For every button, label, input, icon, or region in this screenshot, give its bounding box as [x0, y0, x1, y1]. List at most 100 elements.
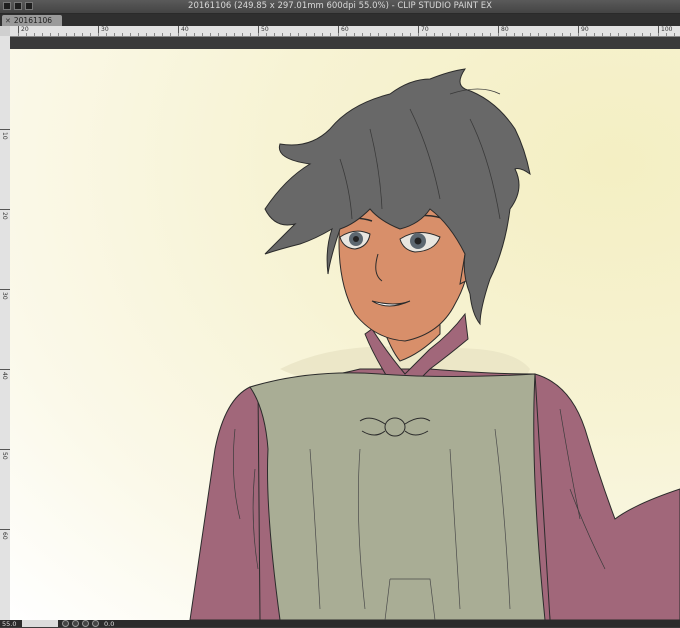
ruler-minor-tick: [194, 33, 195, 36]
ruler-minor-tick: [226, 33, 227, 36]
ruler-minor-tick: [442, 33, 443, 36]
ruler-minor-tick: [50, 33, 51, 36]
ruler-minor-tick: [306, 33, 307, 36]
ruler-minor-tick: [170, 33, 171, 36]
ruler-tick: 10: [0, 129, 10, 140]
fit-icon[interactable]: [82, 620, 89, 627]
ruler-minor-tick: [18, 33, 19, 36]
ruler-minor-tick: [522, 33, 523, 36]
ruler-tick: 40: [0, 369, 10, 380]
ruler-minor-tick: [42, 33, 43, 36]
tab-bar: ✕ 20161106: [0, 14, 680, 26]
close-icon[interactable]: ✕: [5, 17, 11, 25]
ruler-minor-tick: [242, 33, 243, 36]
zoom-slider[interactable]: [22, 620, 58, 627]
vest: [249, 372, 546, 620]
ruler-minor-tick: [538, 33, 539, 36]
ruler-tick: 60: [0, 529, 10, 540]
ruler-minor-tick: [266, 33, 267, 36]
ruler-minor-tick: [354, 33, 355, 36]
status-bar: 55.0 0.0: [0, 620, 680, 628]
ruler-minor-tick: [666, 33, 667, 36]
ruler-minor-tick: [210, 33, 211, 36]
ruler-minor-tick: [202, 33, 203, 36]
ruler-minor-tick: [154, 33, 155, 36]
ruler-minor-tick: [338, 33, 339, 36]
ruler-minor-tick: [450, 33, 451, 36]
ruler-corner: [0, 26, 10, 36]
ruler-minor-tick: [386, 33, 387, 36]
ruler-minor-tick: [370, 33, 371, 36]
pasteboard: [10, 37, 680, 49]
ruler-minor-tick: [346, 33, 347, 36]
ruler-minor-tick: [498, 33, 499, 36]
zoom-out-icon[interactable]: [62, 620, 69, 627]
ruler-minor-tick: [66, 33, 67, 36]
horizontal-ruler[interactable]: 20 30 40 50 60 70 80 90 100: [10, 26, 680, 37]
ruler-minor-tick: [490, 33, 491, 36]
right-sleeve: [529, 373, 680, 620]
rotate-icon[interactable]: [92, 620, 99, 627]
ruler-tick: 20: [0, 209, 10, 220]
ruler-minor-tick: [610, 33, 611, 36]
ruler-minor-tick: [594, 33, 595, 36]
ruler-minor-tick: [466, 33, 467, 36]
ruler-minor-tick: [330, 33, 331, 36]
ruler-minor-tick: [426, 33, 427, 36]
ruler-minor-tick: [674, 33, 675, 36]
ruler-minor-tick: [26, 33, 27, 36]
ruler-minor-tick: [258, 33, 259, 36]
ruler-minor-tick: [602, 33, 603, 36]
ruler-minor-tick: [122, 33, 123, 36]
ruler-minor-tick: [618, 33, 619, 36]
ruler-minor-tick: [178, 33, 179, 36]
ruler-minor-tick: [658, 33, 659, 36]
ruler-minor-tick: [82, 33, 83, 36]
ruler-minor-tick: [162, 33, 163, 36]
ruler-minor-tick: [114, 33, 115, 36]
zoom-in-icon[interactable]: [72, 620, 79, 627]
ruler-minor-tick: [314, 33, 315, 36]
ruler-minor-tick: [138, 33, 139, 36]
ruler-minor-tick: [394, 33, 395, 36]
ruler-minor-tick: [474, 33, 475, 36]
ruler-minor-tick: [634, 33, 635, 36]
ruler-minor-tick: [274, 33, 275, 36]
ruler-minor-tick: [378, 33, 379, 36]
ruler-minor-tick: [362, 33, 363, 36]
window-title: 20161106 (249.85 x 297.01mm 600dpi 55.0%…: [188, 1, 492, 11]
ruler-tick: 50: [0, 449, 10, 460]
ruler-minor-tick: [282, 33, 283, 36]
ruler-tick: 30: [0, 289, 10, 300]
ruler-minor-tick: [34, 33, 35, 36]
ruler-minor-tick: [570, 33, 571, 36]
ruler-minor-tick: [578, 33, 579, 36]
illustration: [189, 68, 680, 620]
tab-document[interactable]: ✕ 20161106: [2, 15, 62, 26]
ruler-minor-tick: [90, 33, 91, 36]
ruler-minor-tick: [410, 33, 411, 36]
ruler-minor-tick: [586, 33, 587, 36]
ruler-minor-tick: [506, 33, 507, 36]
ruler-minor-tick: [418, 33, 419, 36]
ruler-minor-tick: [58, 33, 59, 36]
ruler-minor-tick: [650, 33, 651, 36]
ruler-minor-tick: [482, 33, 483, 36]
ruler-minor-tick: [626, 33, 627, 36]
ruler-minor-tick: [250, 33, 251, 36]
ruler-minor-tick: [146, 33, 147, 36]
ruler-minor-tick: [434, 33, 435, 36]
ruler-minor-tick: [322, 33, 323, 36]
title-bar: 20161106 (249.85 x 297.01mm 600dpi 55.0%…: [0, 0, 680, 14]
ruler-minor-tick: [74, 33, 75, 36]
ruler-minor-tick: [642, 33, 643, 36]
drawing-canvas[interactable]: [10, 49, 680, 620]
ruler-minor-tick: [106, 33, 107, 36]
ruler-minor-tick: [98, 33, 99, 36]
ruler-minor-tick: [554, 33, 555, 36]
ruler-minor-tick: [458, 33, 459, 36]
ruler-minor-tick: [402, 33, 403, 36]
ruler-minor-tick: [546, 33, 547, 36]
ruler-minor-tick: [234, 33, 235, 36]
ruler-minor-tick: [130, 33, 131, 36]
